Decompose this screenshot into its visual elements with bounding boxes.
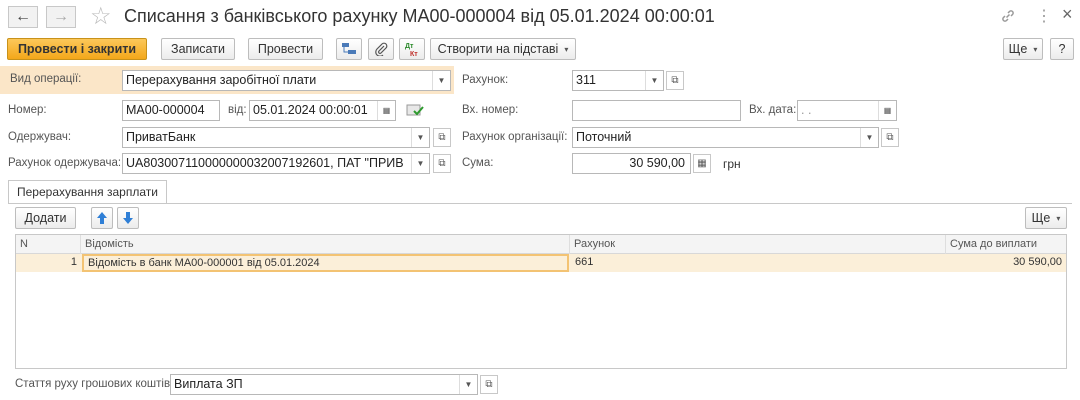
dropdown-icon[interactable]: ▼ (459, 375, 477, 394)
back-button[interactable]: ← (8, 6, 38, 28)
svg-text:Дт: Дт (405, 43, 414, 50)
add-button[interactable]: Додати (15, 207, 76, 229)
open-cashflow-button[interactable]: ⧉ (480, 375, 498, 394)
cell-n: 1 (70, 256, 77, 268)
tab-divider (8, 203, 1072, 204)
open-icon: ⧉ (438, 132, 446, 143)
open-icon: ⧉ (671, 75, 679, 86)
account-label: Рахунок: (462, 74, 509, 86)
cell-account: 661 (575, 256, 594, 268)
org-account-select[interactable]: Поточний ▼ (572, 127, 879, 148)
table-row[interactable]: 1 Відомість в банк МА00-000001 від 05.01… (16, 254, 1066, 272)
post-and-close-button[interactable]: Провести і закрити (7, 38, 147, 60)
date-from-label: від: (228, 104, 247, 116)
post-button[interactable]: Провести (248, 38, 323, 60)
caret-down-icon: ▾ (564, 44, 569, 54)
status-check-icon (406, 103, 424, 120)
recipient-label: Одержувач: (8, 131, 72, 143)
column-header-statement[interactable]: Відомість (81, 235, 570, 254)
cashflow-label: Стаття руху грошових коштів: (15, 378, 174, 390)
recipient-account-label: Рахунок одержувача: (8, 157, 122, 169)
calendar-icon[interactable]: ▦ (878, 101, 896, 120)
save-button[interactable]: Записати (161, 38, 235, 60)
arrow-up-icon (97, 212, 107, 224)
column-header-n[interactable]: N (16, 235, 81, 254)
calculator-button[interactable]: ▦ (693, 154, 711, 173)
dropdown-icon[interactable]: ▼ (432, 71, 450, 90)
dropdown-icon[interactable]: ▼ (860, 128, 878, 147)
open-recipient-account-button[interactable]: ⧉ (433, 154, 451, 173)
salary-table: N Відомість Рахунок Сума до виплати 1 Ві… (15, 234, 1067, 369)
org-account-label: Рахунок організації: (462, 131, 568, 143)
caret-down-icon: ▾ (1056, 213, 1061, 223)
more-button[interactable]: Ще ▾ (1003, 38, 1043, 60)
in-number-field[interactable] (572, 100, 741, 121)
move-up-button[interactable] (91, 207, 113, 229)
move-down-button[interactable] (117, 207, 139, 229)
open-org-account-button[interactable]: ⧉ (881, 128, 899, 147)
cell-amount: 30 590,00 (1013, 256, 1062, 268)
open-icon: ⧉ (438, 158, 446, 169)
dt-kt-button[interactable]: Дт Кт (399, 38, 425, 60)
sum-field[interactable]: 30 590,00 (572, 153, 691, 174)
number-label: Номер: (8, 104, 47, 116)
account-select[interactable]: 311 ▼ (572, 70, 664, 91)
dropdown-icon[interactable]: ▼ (411, 128, 429, 147)
dropdown-icon[interactable]: ▼ (411, 154, 429, 173)
open-recipient-button[interactable]: ⧉ (433, 128, 451, 147)
column-header-amount[interactable]: Сума до виплати (946, 235, 1066, 254)
link-icon[interactable] (1000, 8, 1016, 27)
table-more-button[interactable]: Ще ▾ (1025, 207, 1067, 229)
window-title: Списання з банківського рахунку МА00-000… (124, 6, 715, 26)
calculator-icon: ▦ (697, 158, 707, 169)
star-icon[interactable]: ☆ (90, 2, 112, 31)
forward-button[interactable]: → (46, 6, 76, 28)
calendar-icon[interactable]: ▦ (377, 101, 395, 120)
svg-text:Кт: Кт (410, 51, 418, 57)
debit-credit-icon: ДтКт (405, 43, 418, 57)
operation-label: Вид операції: (10, 73, 82, 85)
in-date-field[interactable]: . . ▦ (797, 100, 897, 121)
open-icon: ⧉ (886, 132, 894, 143)
open-icon: ⧉ (485, 379, 493, 390)
date-field[interactable]: 05.01.2024 00:00:01 ▦ (249, 100, 396, 121)
caret-down-icon: ▾ (1033, 44, 1038, 54)
currency-label: грн (723, 157, 741, 171)
hierarchy-icon (342, 43, 356, 54)
attach-button[interactable] (368, 38, 394, 60)
help-button[interactable]: ? (1050, 38, 1074, 60)
cell-statement[interactable]: Відомість в банк МА00-000001 від 05.01.2… (82, 254, 569, 272)
create-based-on-button[interactable]: Створити на підставі ▾ (430, 38, 576, 60)
sum-label: Сума: (462, 157, 494, 169)
column-header-account[interactable]: Рахунок (570, 235, 946, 254)
recipient-select[interactable]: ПриватБанк ▼ (122, 127, 430, 148)
operation-type-select[interactable]: Перерахування заробітної плати ▼ (122, 70, 451, 91)
cashflow-select[interactable]: Виплата ЗП ▼ (170, 374, 478, 395)
in-number-label: Вх. номер: (462, 104, 519, 116)
in-date-label: Вх. дата: (749, 104, 797, 116)
arrow-right-icon: → (53, 8, 69, 25)
arrow-left-icon: ← (15, 8, 31, 25)
open-account-button[interactable]: ⧉ (666, 71, 684, 90)
dropdown-icon[interactable]: ▼ (645, 71, 663, 90)
more-vertical-icon[interactable]: ⋮ (1036, 6, 1052, 26)
recipient-account-select[interactable]: UA803007110000000032007192601, ПАТ "ПРИВ… (122, 153, 430, 174)
number-field[interactable]: МА00-000004 (122, 100, 220, 121)
structure-button[interactable] (336, 38, 362, 60)
table-header: N Відомість Рахунок Сума до виплати (16, 235, 1066, 254)
tab-salary-transfer[interactable]: Перерахування зарплати (8, 180, 167, 204)
paperclip-icon (375, 42, 388, 56)
arrow-down-icon (123, 212, 133, 224)
close-icon[interactable]: × (1062, 4, 1073, 25)
